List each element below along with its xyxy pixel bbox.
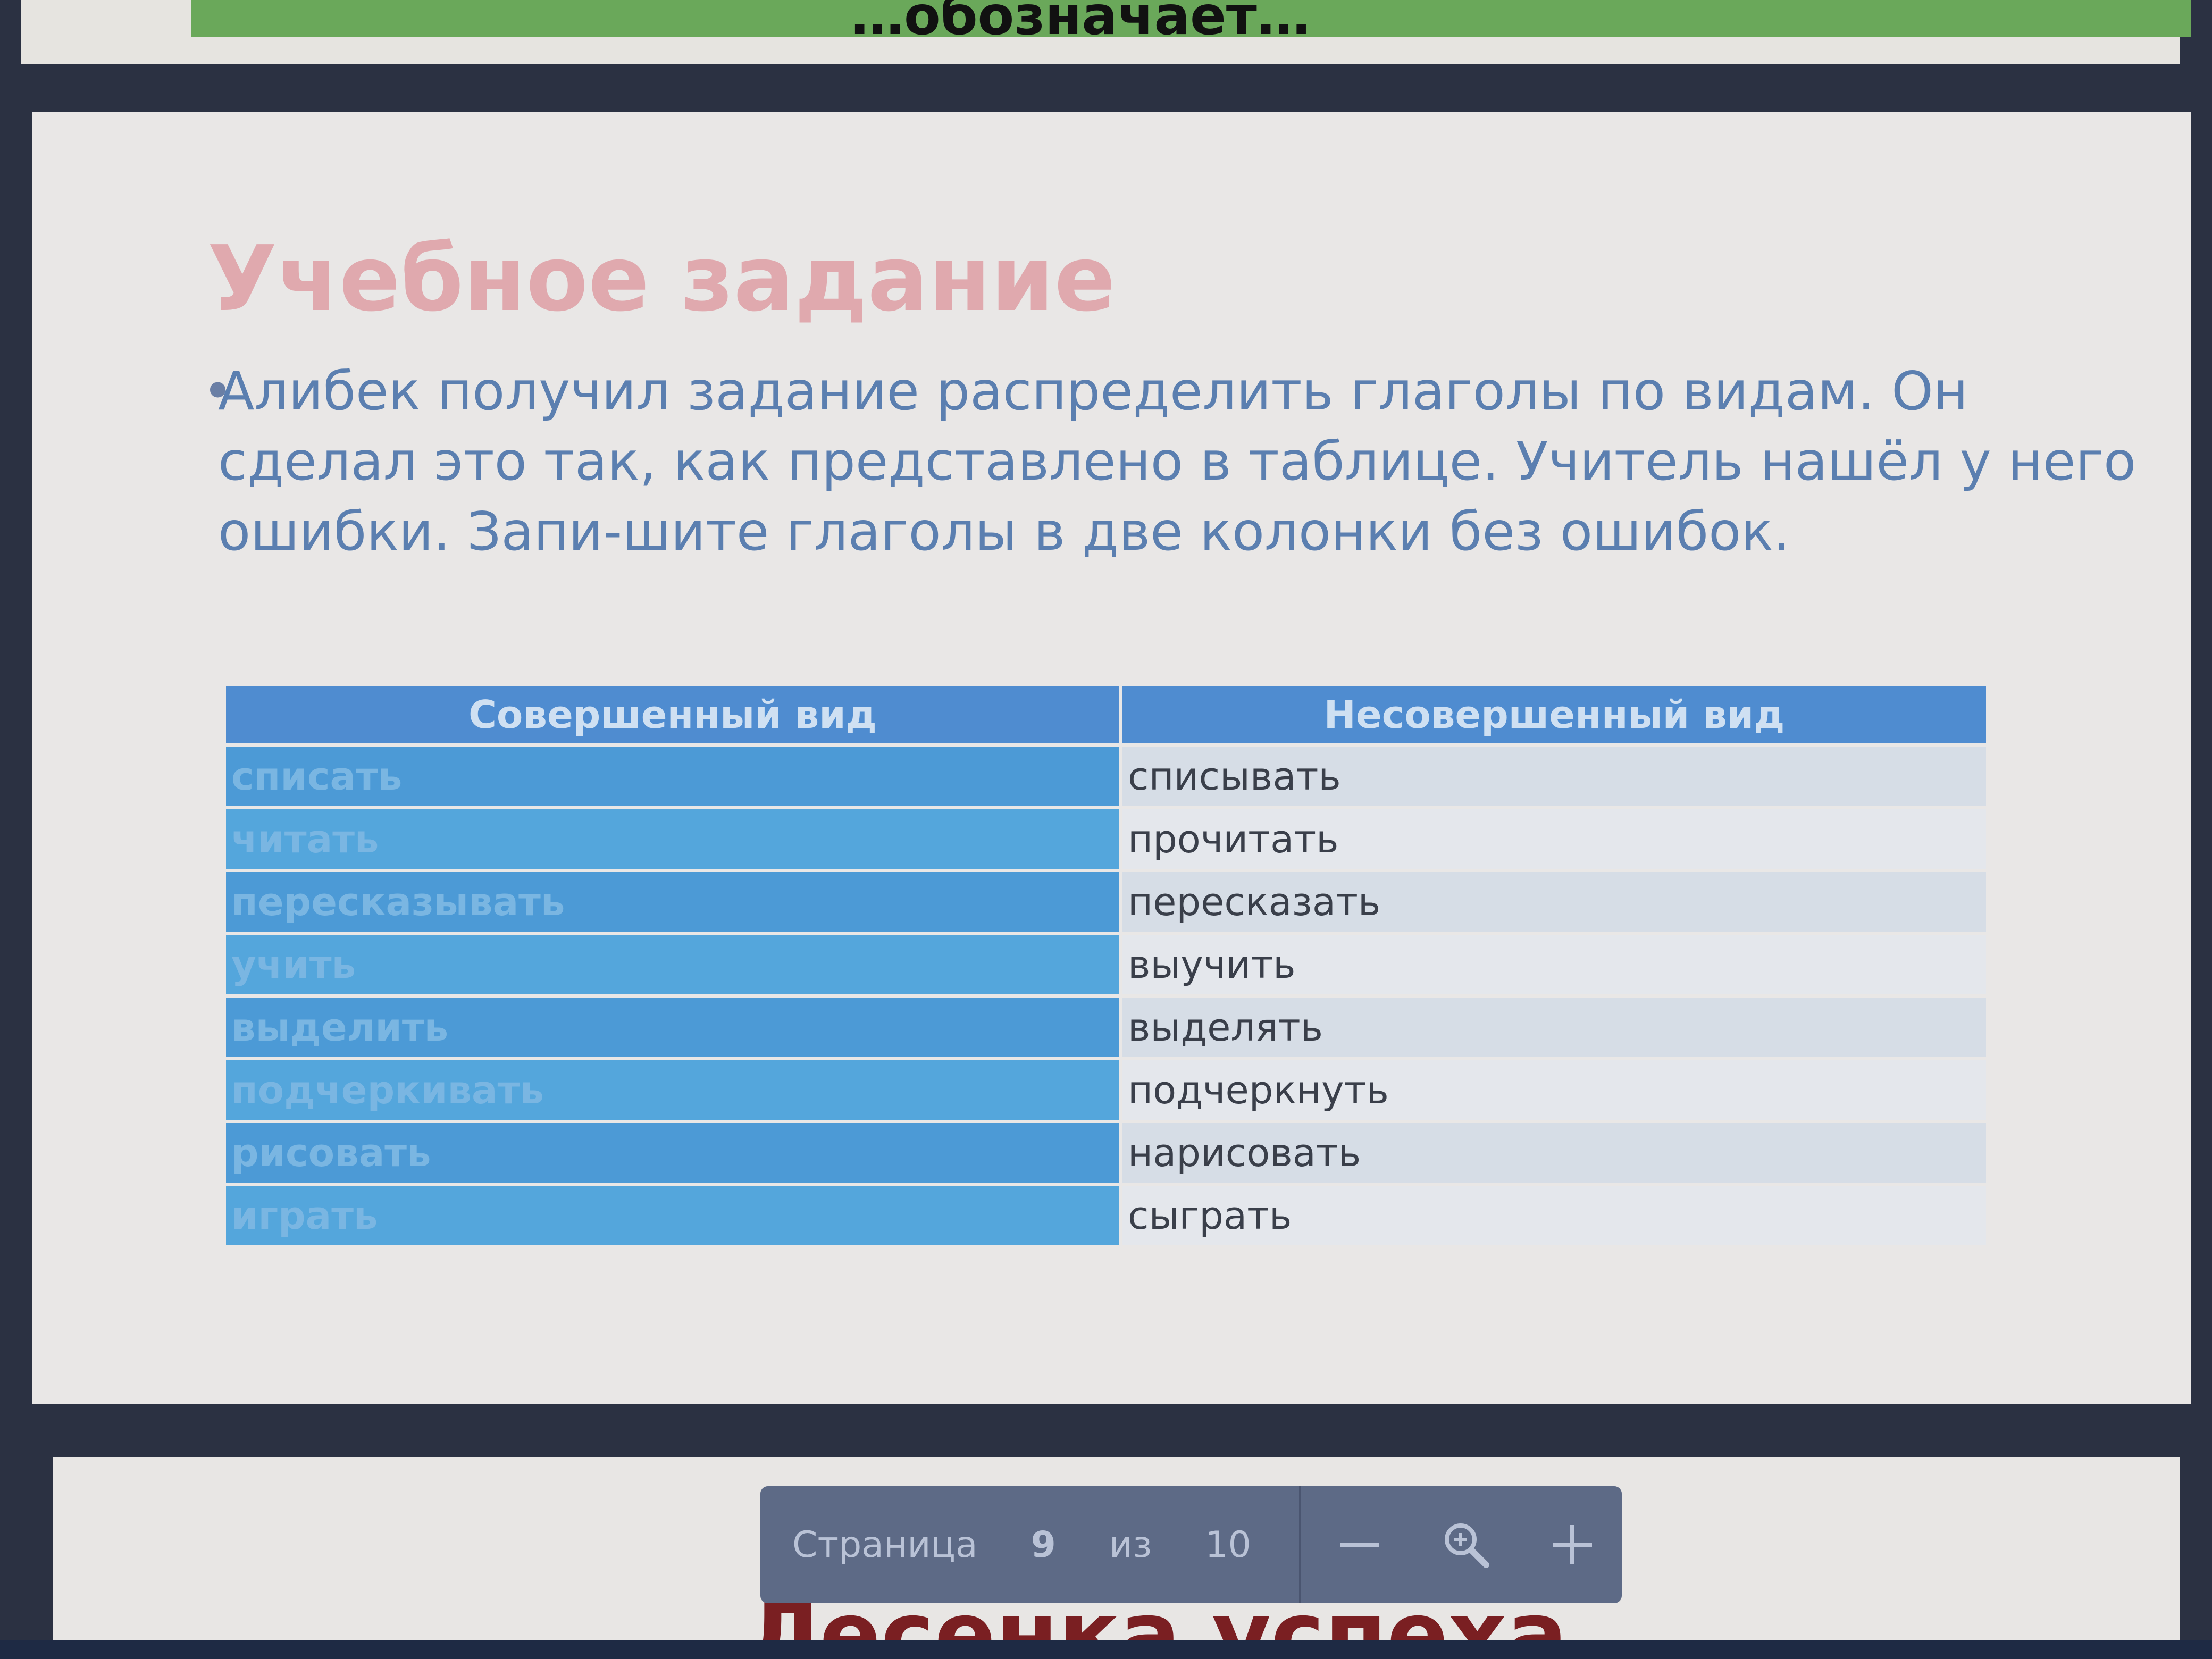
- current-slide: Учебное задание • Алибек получил задание…: [32, 112, 2191, 1404]
- slide-bullet: • Алибек получил задание распределить гл…: [202, 356, 2180, 567]
- total-pages: 10: [1205, 1523, 1251, 1566]
- table-row: подчеркивать подчеркнуть: [226, 1059, 1986, 1123]
- table-cell: подчеркивать: [226, 1059, 1122, 1123]
- table-cell: списывать: [1121, 745, 1986, 809]
- table-cell: пересказывать: [226, 870, 1122, 935]
- previous-slide: …обозначает…: [21, 0, 2191, 64]
- table-cell: рисовать: [226, 1121, 1122, 1186]
- table-row: рисовать нарисовать: [226, 1121, 1986, 1186]
- table-cell: пересказать: [1121, 870, 1986, 935]
- page-navigation-toolbar: Страница 9 из 10: [760, 1486, 1622, 1603]
- header-imperfective: Несовершенный вид: [1121, 686, 1986, 747]
- table-row: учить выучить: [226, 933, 1986, 998]
- table-cell: нарисовать: [1121, 1121, 1986, 1186]
- zoom-out-button[interactable]: [1312, 1486, 1407, 1603]
- table-cell: подчеркнуть: [1121, 1059, 1986, 1123]
- table-header-row: Совершенный вид Несовершенный вид: [226, 686, 1986, 747]
- current-page-number[interactable]: 9: [1031, 1524, 1056, 1566]
- bullet-dot-icon: •: [202, 360, 233, 422]
- table-cell: выделить: [226, 996, 1122, 1060]
- minus-icon: [1339, 1543, 1379, 1547]
- table-row: списать списывать: [226, 745, 1986, 809]
- zoom-button[interactable]: [1418, 1486, 1514, 1603]
- taskbar: [0, 1640, 2212, 1659]
- table-cell: играть: [226, 1184, 1122, 1249]
- slide-title: Учебное задание: [207, 227, 1116, 332]
- page-label: Страница: [792, 1523, 978, 1566]
- document-viewer[interactable]: …обозначает… Учебное задание • Алибек по…: [0, 0, 2212, 1659]
- plus-icon: [1552, 1525, 1592, 1564]
- previous-slide-banner: …обозначает…: [191, 0, 2191, 43]
- table-row: выделить выделять: [226, 996, 1986, 1060]
- verbs-table: Совершенный вид Несовершенный вид списат…: [226, 686, 1986, 1249]
- table-cell: читать: [226, 808, 1122, 872]
- table-row: играть сыграть: [226, 1184, 1986, 1249]
- page-indicator: Страница 9 из 10: [760, 1486, 1251, 1603]
- magnifier-icon: [1444, 1523, 1489, 1568]
- table-cell: списать: [226, 745, 1122, 809]
- zoom-in-button[interactable]: [1524, 1486, 1620, 1603]
- page-of-label: из: [1109, 1523, 1152, 1566]
- toolbar-divider: [1298, 1486, 1301, 1603]
- table-cell: учить: [226, 933, 1122, 998]
- bullet-text: Алибек получил задание распределить глаг…: [218, 360, 2136, 563]
- header-perfective: Совершенный вид: [226, 686, 1122, 747]
- table-cell: прочитать: [1121, 808, 1986, 872]
- previous-slide-heading: …обозначает…: [851, 0, 1310, 47]
- table-cell: сыграть: [1121, 1184, 1986, 1249]
- table-row: пересказывать пересказать: [226, 870, 1986, 935]
- table-cell: выучить: [1121, 933, 1986, 998]
- table-row: читать прочитать: [226, 808, 1986, 872]
- table-cell: выделять: [1121, 996, 1986, 1060]
